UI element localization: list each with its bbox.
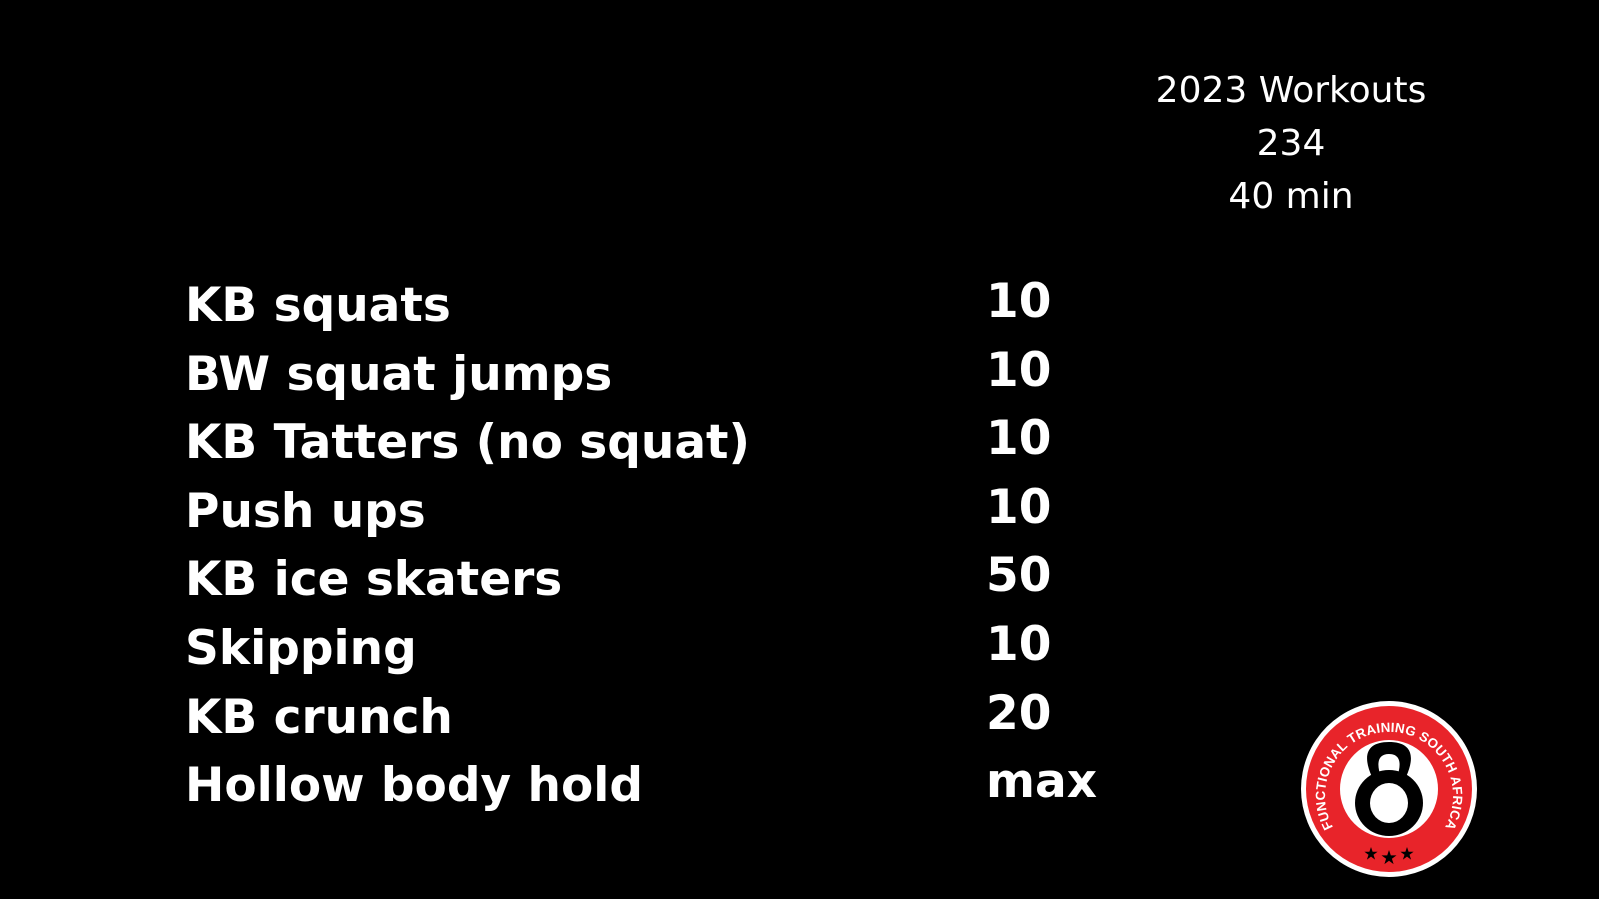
workout-number: 234 <box>1256 123 1326 164</box>
workout-row: Hollow body hold max <box>185 752 1145 821</box>
exercise-reps: 10 <box>986 274 1052 329</box>
exercise-name: KB crunch <box>185 689 453 745</box>
workout-header: 2023 Workouts 234 40 min <box>1090 64 1492 223</box>
exercise-name: KB ice skaters <box>185 552 563 608</box>
workout-row: Push ups 10 <box>185 478 1145 547</box>
exercise-reps: 10 <box>986 342 1052 398</box>
exercise-reps: max <box>986 754 1098 810</box>
functional-training-logo: FUNCTIONAL TRAINING SOUTH AFRICA <box>1301 701 1477 877</box>
workout-row: Skipping 10 <box>185 615 1145 684</box>
workout-duration: 40 min <box>1228 176 1354 217</box>
workout-row: BW squat jumps 10 <box>185 341 1145 410</box>
workout-row: KB crunch 20 <box>185 684 1145 753</box>
workout-list: KB squats 10 BW squat jumps 10 KB Tatter… <box>185 272 1145 821</box>
exercise-reps: 10 <box>986 479 1052 535</box>
workout-title: 2023 Workouts <box>1155 70 1427 111</box>
exercise-name: Push ups <box>185 483 426 539</box>
workout-row: KB squats 10 <box>185 272 1145 341</box>
exercise-name: KB squats <box>185 278 451 333</box>
exercise-name: KB Tatters (no squat) <box>185 415 750 471</box>
workout-row: KB ice skaters 50 <box>185 546 1145 615</box>
exercise-name: BW squat jumps <box>185 346 613 402</box>
exercise-reps: 20 <box>986 685 1052 741</box>
workout-row: KB Tatters (no squat) 10 <box>185 409 1145 478</box>
exercise-name: Skipping <box>185 620 417 676</box>
exercise-name: Hollow body hold <box>185 758 643 814</box>
exercise-reps: 10 <box>986 616 1052 672</box>
exercise-reps: 10 <box>986 411 1052 467</box>
exercise-reps: 50 <box>986 548 1052 604</box>
